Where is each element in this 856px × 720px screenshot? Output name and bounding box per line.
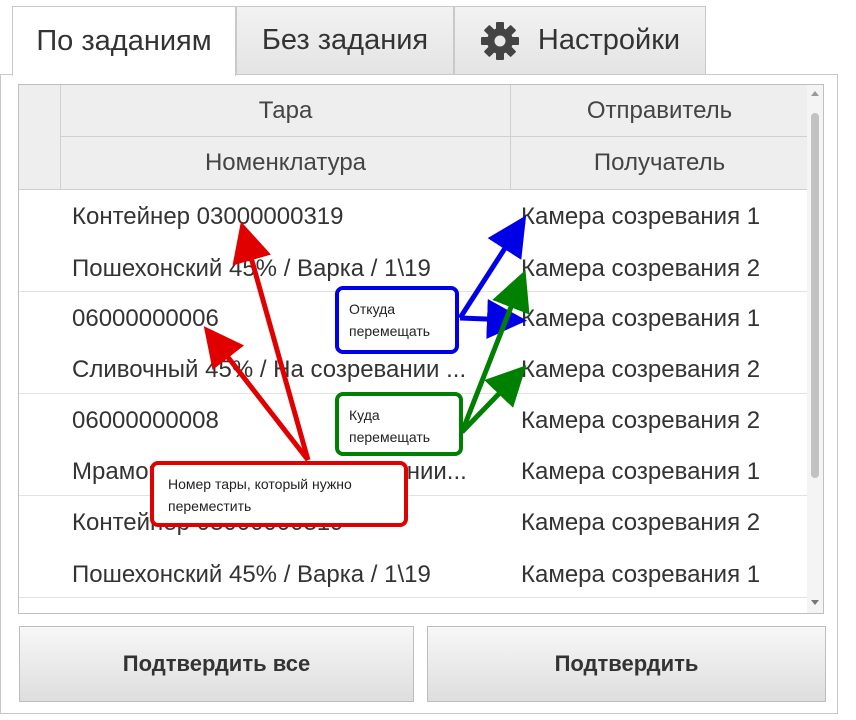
annotation-arrow-red [203, 326, 310, 462]
callout-container-number: Номер тары, который нужно переместить [150, 461, 408, 527]
callout-to: Куда перемещать [335, 392, 463, 456]
callout-from: Откуда перемещать [335, 286, 459, 354]
annotation-arrow-green [460, 365, 527, 434]
annotation-arrow-green [459, 270, 530, 433]
tab-label: По заданиям [36, 25, 212, 57]
tab-by-tasks[interactable]: По заданиям [12, 6, 236, 76]
annotation-arrows [203, 215, 530, 462]
annotation-arrow-red [232, 221, 311, 461]
